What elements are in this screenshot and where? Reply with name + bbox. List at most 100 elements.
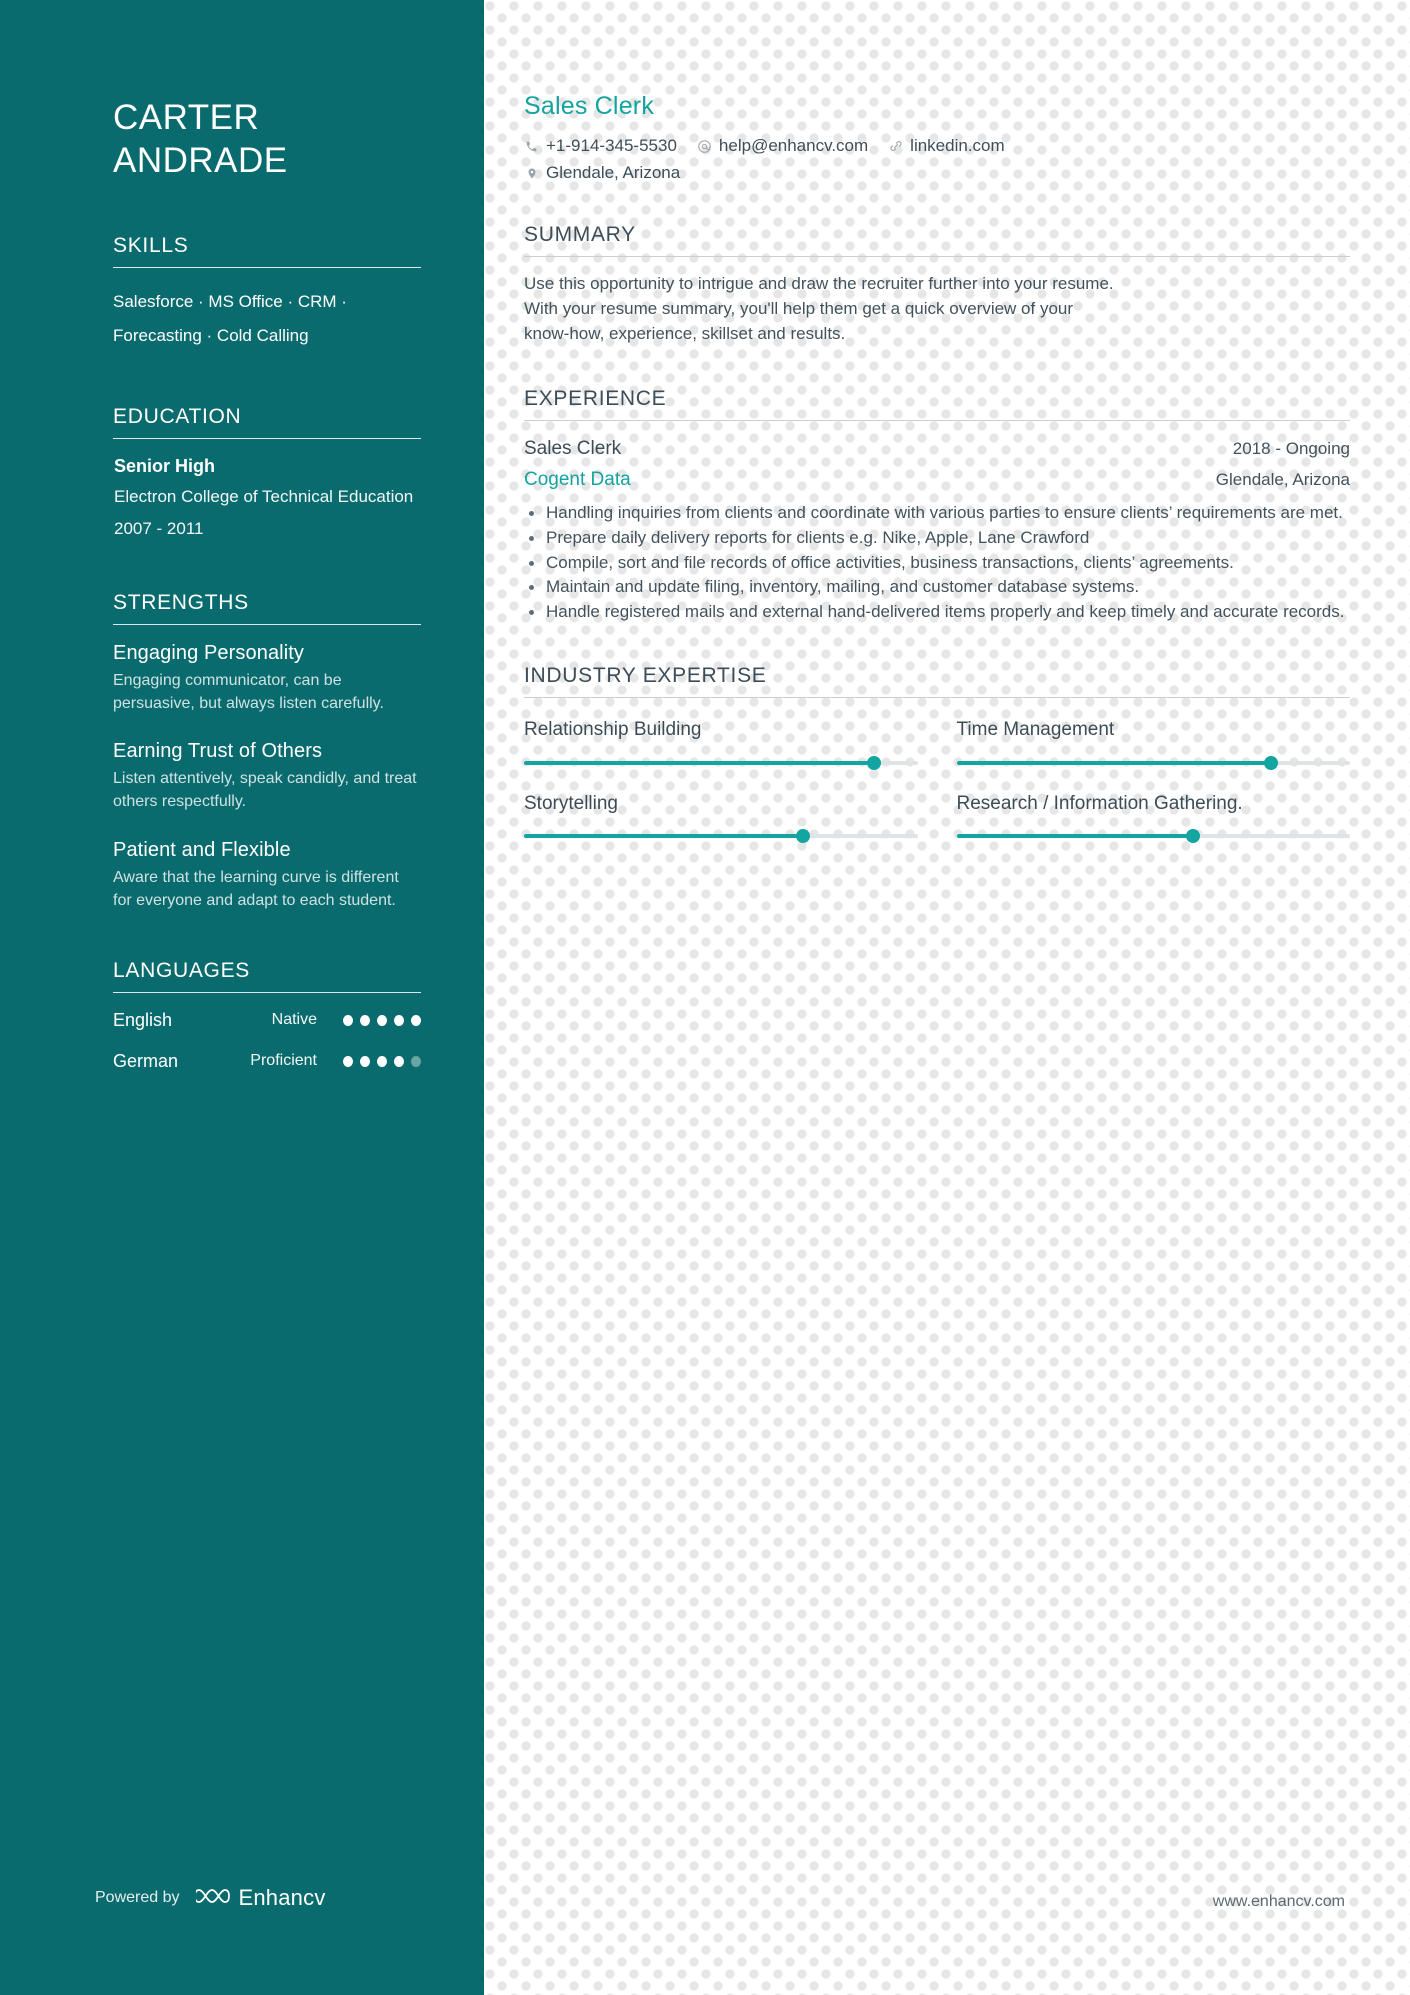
expertise-label: Time Management [956,718,1115,740]
experience-company: Cogent Data [524,468,631,490]
expertise-slider[interactable] [956,829,1350,844]
expertise-item: Storytelling [524,792,918,844]
experience-bullet: Handle registered mails and external han… [524,600,1350,624]
contact-linkedin[interactable]: linkedin.com [888,136,1005,156]
expertise-knob[interactable] [867,755,882,770]
experience-divider [524,419,1350,421]
education-divider [113,438,421,440]
education-item: Senior High Electron College of Technica… [113,456,421,539]
site-url: www.enhancv.com [1212,1893,1345,1910]
enhancv-wordmark: Enhancv [238,1885,326,1910]
education-school: Electron College of Technical Education [114,487,414,507]
rating-dot-empty [411,1055,421,1067]
expertise-knob[interactable] [796,829,811,844]
education-degree: Senior High [114,456,216,477]
rating-dot-filled [343,1055,353,1067]
languages-section: LANGUAGES English Native German Proficie… [113,959,421,1072]
rating-dot-filled [394,1014,404,1026]
experience-bullet: Prepare daily delivery reports for clien… [524,526,1350,550]
experience-bullets: Handling inquiries from clients and coor… [524,501,1350,624]
contact-email[interactable]: help@enhancv.com [697,136,868,156]
summary-text: Use this opportunity to intrigue and dra… [524,274,1114,343]
languages-heading: LANGUAGES [113,958,251,982]
expertise-knob[interactable] [1264,755,1279,770]
strength-title: Engaging Personality [113,641,305,664]
strength-item: Earning Trust of Others Listen attentive… [113,740,421,814]
rating-dot-filled [360,1014,370,1026]
enhancv-logo: Enhancv [193,1885,326,1911]
language-level: Proficient [250,1052,317,1070]
expertise-fill [524,834,804,839]
expertise-slider[interactable] [524,755,918,770]
expertise-grid: Relationship Building Time Management St… [524,718,1350,844]
experience-section: EXPERIENCE Sales Clerk 2018 - Ongoing Co… [524,387,1350,624]
page-title: Sales Clerk [524,92,655,120]
experience-location: Glendale, Arizona [1215,469,1350,489]
industry-expertise-divider [524,696,1350,698]
expertise-item: Relationship Building [524,718,918,770]
expertise-slider[interactable] [524,829,918,844]
language-level: Native [271,1011,317,1029]
contact-linkedin-text: linkedin.com [910,136,1005,155]
summary-section: SUMMARY Use this opportunity to intrigue… [524,223,1350,347]
expertise-label: Relationship Building [524,718,702,740]
contact-info: +1-914-345-5530 help@enhancv.com linkedi… [524,136,1164,183]
expertise-fill [956,834,1193,839]
strength-item: Patient and Flexible Aware that the lear… [113,839,421,913]
experience-dates: 2018 - Ongoing [1232,438,1350,458]
skills-heading: SKILLS [113,234,189,258]
language-name: English [113,1009,173,1030]
resume-page: CARTER ANDRADE SKILLS Salesforce · MS Of… [0,0,1410,1995]
strengths-divider [113,623,421,625]
rating-dot-filled [343,1014,353,1026]
link-icon [888,138,903,155]
expertise-fill [956,760,1272,765]
strength-desc: Engaging communicator, can be persuasive… [113,671,384,712]
rating-dot-filled [377,1014,387,1026]
expertise-fill [524,760,875,765]
language-row: English Native [113,1010,421,1031]
rating-dot-filled [411,1014,421,1026]
contact-phone[interactable]: +1-914-345-5530 [524,136,677,156]
industry-expertise-heading: INDUSTRY EXPERTISE [524,663,767,687]
strength-title: Patient and Flexible [113,839,291,862]
language-rating-dots [343,1014,421,1026]
experience-bullet: Compile, sort and file records of office… [524,551,1350,575]
contact-email-text: help@enhancv.com [718,136,869,155]
industry-expertise-section: INDUSTRY EXPERTISE Relationship Building… [524,664,1350,844]
language-row: German Proficient [113,1051,421,1072]
skills-line-2: Forecasting · Cold Calling [113,326,309,346]
education-heading: EDUCATION [113,405,242,429]
skills-section: SKILLS Salesforce · MS Office · CRM · Fo… [113,234,421,353]
strength-desc: Listen attentively, speak candidly, and … [113,770,417,811]
sidebar: CARTER ANDRADE SKILLS Salesforce · MS Of… [0,0,484,1995]
summary-divider [524,256,1350,257]
strengths-heading: STRENGTHS [113,590,249,614]
name-line-first: CARTER [113,98,260,137]
powered-by-footer: Powered by Enhancv [95,1885,326,1911]
experience-bullet: Handling inquiries from clients and coor… [524,501,1350,525]
contact-location: Glendale, Arizona [524,163,1164,183]
experience-role: Sales Clerk [524,437,622,459]
skills-divider [113,267,421,269]
main-column: Sales Clerk +1-914-345-5530 help@enhancv… [484,0,1410,1995]
skills-line-1: Salesforce · MS Office · CRM · [113,292,347,312]
experience-bullet: Maintain and update filing, inventory, m… [524,575,1350,599]
language-name: German [113,1050,179,1071]
name-line-last: ANDRADE [113,141,288,181]
expertise-item: Time Management [956,718,1350,770]
powered-by-label: Powered by [95,1889,180,1906]
education-dates: 2007 - 2011 [114,518,204,538]
strength-desc: Aware that the learning curve is differe… [113,869,399,910]
contact-phone-text: +1-914-345-5530 [546,136,677,155]
expertise-knob[interactable] [1185,829,1200,844]
phone-icon [524,138,539,155]
strength-title: Earning Trust of Others [113,740,323,763]
strengths-section: STRENGTHS Engaging Personality Engaging … [113,591,421,913]
experience-item: Sales Clerk 2018 - Ongoing Cogent Data G… [524,438,1350,624]
email-icon [697,138,712,155]
strength-item: Engaging Personality Engaging communicat… [113,642,421,716]
candidate-name: CARTER ANDRADE [113,0,421,182]
expertise-slider[interactable] [956,755,1350,770]
contact-location-text: Glendale, Arizona [546,163,681,182]
